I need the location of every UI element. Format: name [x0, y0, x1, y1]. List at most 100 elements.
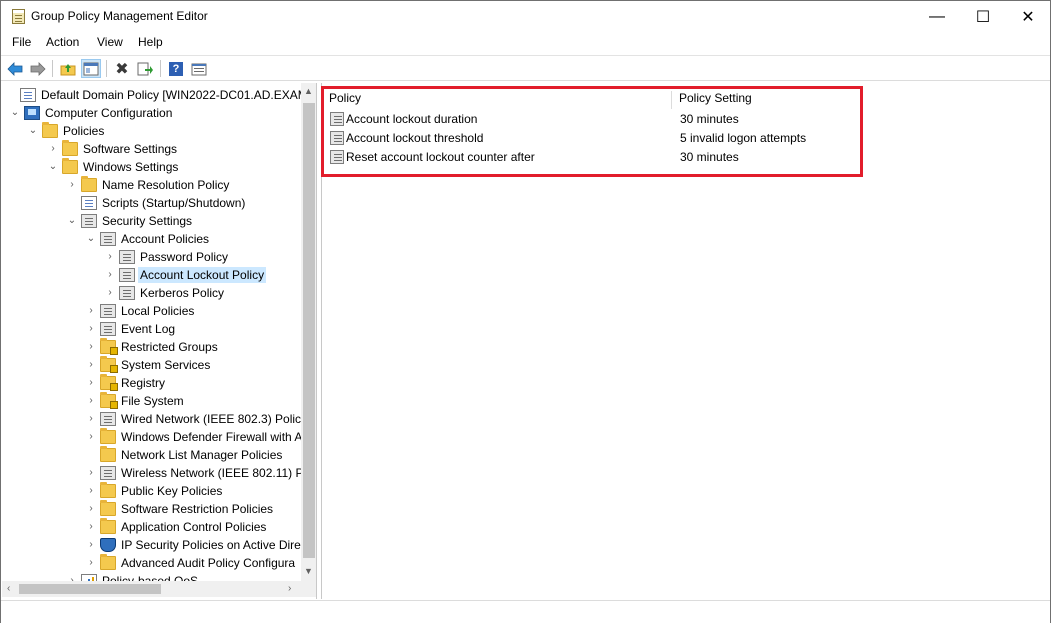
export-list-button[interactable]: [135, 59, 155, 78]
show-hide-console-tree-button[interactable]: [81, 59, 101, 78]
column-header-policy[interactable]: Policy: [329, 91, 361, 105]
collapsed-chevron-icon[interactable]: ›: [86, 396, 96, 406]
tree-item[interactable]: › Software Settings: [2, 140, 301, 158]
tree-item[interactable]: › Name Resolution Policy: [2, 176, 301, 194]
tree-item-label: Public Key Policies: [121, 484, 223, 498]
tree-item[interactable]: › Wired Network (IEEE 802.3) Policie: [2, 410, 310, 428]
list-item[interactable]: Reset account lockout counter after 30 m…: [322, 148, 862, 167]
collapsed-chevron-icon[interactable]: ›: [86, 540, 96, 550]
collapsed-chevron-icon[interactable]: ›: [86, 306, 96, 316]
tree-item[interactable]: Scripts (Startup/Shutdown): [2, 194, 301, 212]
tree-item-label: File System: [121, 394, 184, 408]
tree-vscroll-thumb[interactable]: [303, 103, 315, 558]
tree-item[interactable]: › Kerberos Policy: [2, 284, 301, 302]
tree-item-label: Security Settings: [102, 214, 193, 228]
delete-button[interactable]: ✖: [112, 59, 132, 78]
properties-button[interactable]: [189, 59, 209, 78]
folder-icon: [42, 122, 58, 138]
tree-item-label: Application Control Policies: [121, 520, 267, 534]
tree-item[interactable]: › Event Log: [2, 320, 301, 338]
collapsed-chevron-icon[interactable]: ›: [105, 252, 115, 262]
expanded-chevron-icon[interactable]: ⌄: [67, 216, 77, 226]
policy-setting-icon: [330, 150, 344, 164]
help-button[interactable]: ?: [166, 59, 186, 78]
menu-action[interactable]: Action: [46, 35, 79, 49]
collapsed-chevron-icon[interactable]: ›: [86, 468, 96, 478]
status-bar: [1, 600, 1050, 623]
close-button[interactable]: ✕: [1005, 1, 1051, 32]
collapsed-chevron-icon[interactable]: ›: [86, 522, 96, 532]
tree-item-label: Software Restriction Policies: [121, 502, 274, 516]
tree-horizontal-scrollbar[interactable]: ‹ ›: [2, 581, 301, 597]
maximize-button[interactable]: ☐: [960, 1, 1006, 32]
collapsed-chevron-icon[interactable]: ›: [86, 342, 96, 352]
column-header-policy-setting[interactable]: Policy Setting: [679, 91, 752, 105]
minimize-button[interactable]: —: [914, 1, 960, 32]
expanded-chevron-icon[interactable]: ⌄: [10, 108, 20, 118]
tree-item[interactable]: › Local Policies: [2, 302, 301, 320]
list-item[interactable]: Account lockout duration 30 minutes: [322, 110, 862, 129]
tree-item[interactable]: ⌄ Windows Settings: [2, 158, 301, 176]
tree-item[interactable]: › Application Control Policies: [2, 518, 301, 536]
no-chevron: [6, 90, 16, 100]
scroll-up-arrow-icon[interactable]: ▲: [304, 86, 313, 96]
tree-item[interactable]: ⌄ Security Settings: [2, 212, 301, 230]
app-window: Group Policy Management Editor — ☐ ✕ Fil…: [0, 0, 1051, 623]
collapsed-chevron-icon[interactable]: ›: [86, 414, 96, 424]
menu-file[interactable]: File: [12, 35, 31, 49]
folder-icon: [81, 176, 97, 192]
column-divider[interactable]: [671, 91, 672, 109]
collapsed-chevron-icon[interactable]: ›: [86, 324, 96, 334]
tree-item[interactable]: › IP Security Policies on Active Dire: [2, 536, 301, 554]
menu-view[interactable]: View: [97, 35, 123, 49]
folder-icon: [100, 554, 116, 570]
tree-item[interactable]: ⌄ Account Policies: [2, 230, 301, 248]
scroll-down-arrow-icon[interactable]: ▼: [304, 566, 313, 576]
collapsed-chevron-icon[interactable]: ›: [105, 288, 115, 298]
policy-name: Account lockout threshold: [346, 131, 484, 145]
expanded-chevron-icon[interactable]: ⌄: [28, 126, 38, 136]
tree-item[interactable]: › Password Policy: [2, 248, 301, 266]
tree-item[interactable]: Network List Manager Policies: [2, 446, 301, 464]
tree-item[interactable]: › Account Lockout Policy: [2, 266, 301, 284]
menu-help[interactable]: Help: [138, 35, 163, 49]
tree-item[interactable]: › Registry: [2, 374, 301, 392]
collapsed-chevron-icon[interactable]: ›: [67, 180, 77, 190]
tree-item-label: Windows Settings: [83, 160, 179, 174]
tree-item[interactable]: › File System: [2, 392, 301, 410]
tree-item[interactable]: › Public Key Policies: [2, 482, 301, 500]
collapsed-chevron-icon[interactable]: ›: [105, 270, 115, 280]
tree-item[interactable]: › Software Restriction Policies: [2, 500, 301, 518]
scroll-left-arrow-icon[interactable]: ‹: [7, 583, 10, 594]
tree-item[interactable]: › Restricted Groups: [2, 338, 301, 356]
back-button[interactable]: [5, 59, 25, 78]
forward-button[interactable]: [28, 59, 48, 78]
tree-item[interactable]: ⌄ Policies: [2, 122, 301, 140]
tree-item[interactable]: › Windows Defender Firewall with A: [2, 428, 303, 446]
collapsed-chevron-icon[interactable]: ›: [86, 486, 96, 496]
tree-item[interactable]: › System Services: [2, 356, 301, 374]
expanded-chevron-icon[interactable]: ⌄: [48, 162, 58, 172]
collapsed-chevron-icon[interactable]: ›: [86, 360, 96, 370]
tree-item-label: Windows Defender Firewall with A: [121, 430, 303, 444]
policy-icon: [100, 322, 116, 336]
tree-item[interactable]: › Advanced Audit Policy Configura: [2, 554, 301, 572]
tree-vertical-scrollbar[interactable]: ▲ ▼: [301, 83, 316, 581]
list-item[interactable]: Account lockout threshold 5 invalid logo…: [322, 129, 862, 148]
tree-item[interactable]: › Wireless Network (IEEE 802.11) Po: [2, 464, 310, 482]
folder-lock-icon: [100, 356, 118, 373]
tree-item[interactable]: ⌄ Computer Configuration: [2, 104, 301, 122]
tree-item-label: System Services: [121, 358, 211, 372]
up-one-level-button[interactable]: [58, 59, 78, 78]
collapsed-chevron-icon[interactable]: ›: [86, 558, 96, 568]
expanded-chevron-icon[interactable]: ⌄: [86, 234, 96, 244]
collapsed-chevron-icon[interactable]: ›: [86, 432, 96, 442]
details-pane: Policy Policy Setting Account lockout du…: [321, 83, 1050, 599]
tree-item[interactable]: Default Domain Policy [WIN2022-DC01.AD.E…: [2, 86, 316, 104]
collapsed-chevron-icon[interactable]: ›: [86, 378, 96, 388]
tree-item-label: Default Domain Policy [WIN2022-DC01.AD.E…: [41, 88, 317, 102]
scroll-right-arrow-icon[interactable]: ›: [288, 583, 291, 594]
tree-hscroll-thumb[interactable]: [19, 584, 161, 594]
collapsed-chevron-icon[interactable]: ›: [86, 504, 96, 514]
collapsed-chevron-icon[interactable]: ›: [48, 144, 58, 154]
